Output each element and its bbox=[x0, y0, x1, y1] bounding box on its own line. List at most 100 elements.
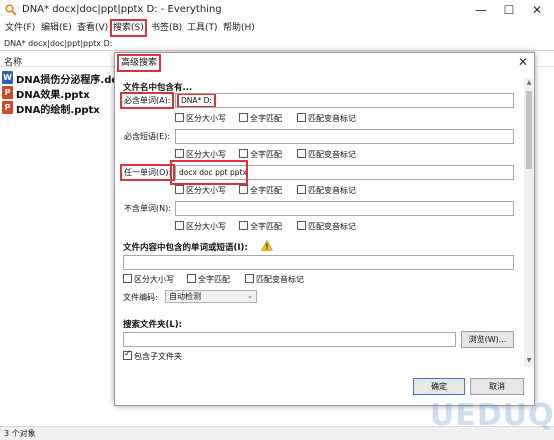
checkbox-box[interactable] bbox=[239, 113, 248, 122]
must-words-case-checkbox[interactable]: 区分大小写 bbox=[175, 113, 226, 124]
any-words-case-checkbox[interactable]: 区分大小写 bbox=[175, 185, 226, 196]
checkbox-box[interactable] bbox=[175, 221, 184, 230]
checkbox-box[interactable] bbox=[123, 274, 132, 283]
powerpoint-file-icon: P bbox=[2, 86, 13, 99]
menu-edit[interactable]: 编辑(E) bbox=[40, 21, 73, 35]
checkbox-label: 全字匹配 bbox=[250, 222, 282, 231]
checkbox-label: 匹配变音标记 bbox=[308, 222, 356, 231]
menu-view[interactable]: 查看(V) bbox=[76, 21, 109, 35]
folder-section-heading: 搜索文件夹(L): bbox=[123, 320, 183, 330]
any-words-diacritics-checkbox[interactable]: 匹配变音标记 bbox=[297, 185, 356, 196]
folder-input[interactable] bbox=[123, 332, 456, 347]
magnifier-app-icon bbox=[5, 4, 17, 16]
menu-help[interactable]: 帮助(H) bbox=[222, 21, 256, 35]
subfolders-checkbox[interactable]: 包含子文件夹 bbox=[123, 349, 182, 362]
scroll-down-icon[interactable]: ▼ bbox=[524, 357, 534, 367]
checkbox-label: 匹配变音标记 bbox=[308, 150, 356, 159]
cancel-button[interactable]: 取消 bbox=[470, 378, 524, 395]
encoding-label: 文件编码: bbox=[123, 293, 158, 302]
checkbox-label: 区分大小写 bbox=[134, 275, 174, 284]
checkbox-box[interactable] bbox=[297, 185, 306, 194]
checkbox-box[interactable] bbox=[239, 149, 248, 158]
checkbox-label: 全字匹配 bbox=[250, 150, 282, 159]
window-title: DNA* docx|doc|ppt|pptx D: - Everything bbox=[22, 4, 222, 15]
checkbox-box[interactable] bbox=[175, 113, 184, 122]
minimize-button[interactable]: — bbox=[466, 0, 496, 20]
menu-search[interactable]: 搜索(S) bbox=[110, 19, 147, 37]
search-box[interactable]: DNA* docx|doc|ppt|pptx D: bbox=[0, 37, 554, 51]
not-words-case-checkbox[interactable]: 区分大小写 bbox=[175, 221, 226, 232]
not-words-whole-checkbox[interactable]: 全字匹配 bbox=[239, 221, 282, 232]
checkbox-box[interactable] bbox=[187, 274, 196, 283]
content-input[interactable] bbox=[123, 255, 514, 270]
dialog-scrollbar[interactable]: ▲ ▼ bbox=[524, 79, 534, 367]
checkbox-label: 区分大小写 bbox=[186, 186, 226, 195]
checkbox-label: 全字匹配 bbox=[250, 186, 282, 195]
browse-button[interactable]: 浏览(W)... bbox=[461, 331, 514, 348]
must-phrase-label: 必含短语(E): bbox=[124, 132, 170, 141]
word-file-icon: W bbox=[2, 71, 13, 84]
menu-bookmarks[interactable]: 书签(B) bbox=[150, 21, 183, 35]
advanced-search-dialog: 高级搜索 ✕ ▲ ▼ 文件名中包含有... 必含单词(A): DNA* D: 区… bbox=[114, 52, 535, 406]
any-words-highlight bbox=[170, 160, 248, 185]
must-phrase-input[interactable] bbox=[175, 129, 514, 144]
menu-tools[interactable]: 工具(T) bbox=[186, 21, 219, 35]
must-phrase-case-checkbox[interactable]: 区分大小写 bbox=[175, 149, 226, 160]
scroll-up-icon[interactable]: ▲ bbox=[524, 79, 534, 89]
filename-section-heading: 文件名中包含有... bbox=[123, 83, 193, 93]
column-name-header[interactable]: 名称 bbox=[4, 55, 22, 68]
chevron-down-icon: ⌄ bbox=[247, 292, 253, 300]
must-phrase-whole-checkbox[interactable]: 全字匹配 bbox=[239, 149, 282, 160]
checkbox-label: 全字匹配 bbox=[198, 275, 230, 284]
not-words-diacritics-checkbox[interactable]: 匹配变音标记 bbox=[297, 221, 356, 232]
close-window-button[interactable]: ✕ bbox=[522, 0, 552, 20]
checkbox-label: 全字匹配 bbox=[250, 114, 282, 123]
content-case-checkbox[interactable]: 区分大小写 bbox=[123, 274, 174, 285]
title-bar: DNA* docx|doc|ppt|pptx D: - Everything —… bbox=[0, 0, 554, 20]
checkbox-box[interactable] bbox=[297, 149, 306, 158]
checkbox-box[interactable] bbox=[175, 149, 184, 158]
status-count: 3 个对象 bbox=[4, 429, 36, 438]
must-words-input[interactable]: DNA* D: bbox=[175, 93, 514, 108]
maximize-button[interactable]: ☐ bbox=[494, 0, 524, 20]
must-words-value: DNA* D: bbox=[177, 94, 216, 107]
checkbox-label: 匹配变音标记 bbox=[256, 275, 304, 284]
dialog-title: 高级搜索 bbox=[116, 54, 162, 72]
any-words-label: 任一单词(O): bbox=[119, 164, 176, 181]
checkbox-box[interactable] bbox=[239, 221, 248, 230]
content-section-heading: 文件内容中包含的单词或短语(I): bbox=[123, 243, 248, 253]
dialog-close-button[interactable]: ✕ bbox=[518, 55, 528, 69]
scroll-thumb[interactable] bbox=[526, 91, 532, 169]
checkbox-label: 区分大小写 bbox=[186, 150, 226, 159]
checkbox-box[interactable] bbox=[175, 185, 184, 194]
content-diacritics-checkbox[interactable]: 匹配变音标记 bbox=[245, 274, 304, 285]
ok-button[interactable]: 确定 bbox=[413, 378, 465, 395]
checkbox-box[interactable] bbox=[123, 349, 132, 360]
powerpoint-file-icon: P bbox=[2, 101, 13, 114]
menu-file[interactable]: 文件(F) bbox=[4, 21, 36, 35]
must-phrase-diacritics-checkbox[interactable]: 匹配变音标记 bbox=[297, 149, 356, 160]
checkbox-box[interactable] bbox=[239, 185, 248, 194]
not-words-input[interactable] bbox=[175, 201, 514, 216]
content-whole-checkbox[interactable]: 全字匹配 bbox=[187, 274, 230, 285]
checkbox-label: 区分大小写 bbox=[186, 222, 226, 231]
must-words-diacritics-checkbox[interactable]: 匹配变音标记 bbox=[297, 113, 356, 124]
encoding-value: 自动检测 bbox=[169, 292, 201, 301]
warning-icon bbox=[261, 240, 273, 251]
checkbox-label: 包含子文件夹 bbox=[134, 352, 182, 361]
checkbox-label: 区分大小写 bbox=[186, 114, 226, 123]
must-words-label: 必含单词(A): bbox=[119, 92, 175, 109]
file-name: DNA的绘制.pptx bbox=[16, 105, 100, 116]
checkbox-box[interactable] bbox=[297, 113, 306, 122]
search-query: DNA* docx|doc|ppt|pptx D: bbox=[4, 39, 113, 48]
any-words-whole-checkbox[interactable]: 全字匹配 bbox=[239, 185, 282, 196]
checkbox-box[interactable] bbox=[245, 274, 254, 283]
watermark-logo: UEDUQ bbox=[430, 398, 554, 433]
checkbox-box[interactable] bbox=[297, 221, 306, 230]
encoding-select[interactable]: 自动检测 ⌄ bbox=[165, 290, 257, 303]
menu-bar: 文件(F) 编辑(E) 查看(V) 搜索(S) 书签(B) 工具(T) 帮助(H… bbox=[0, 19, 554, 37]
file-name: DNA效果.pptx bbox=[16, 90, 90, 101]
must-words-whole-checkbox[interactable]: 全字匹配 bbox=[239, 113, 282, 124]
not-words-label: 不含单词(N): bbox=[124, 204, 171, 213]
checkbox-label: 匹配变音标记 bbox=[308, 114, 356, 123]
